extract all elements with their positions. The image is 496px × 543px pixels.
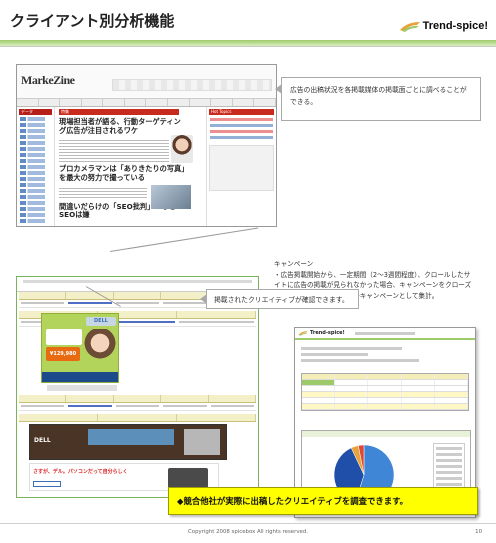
sidebar-header: データ xyxy=(19,109,52,115)
logo-text: Trend-spice! xyxy=(422,20,488,32)
callout-3-text: 掲載されたクリエイティブが確認できます。 xyxy=(214,296,349,304)
markezine-header: MarkeZine xyxy=(17,65,276,99)
app-logo-icon xyxy=(298,331,308,336)
slide-title: クライアント別分析機能 xyxy=(10,12,175,30)
article-text xyxy=(59,138,169,163)
connector-line xyxy=(109,227,259,252)
right-ad-box xyxy=(209,145,274,191)
callout-pointer xyxy=(200,294,207,304)
page-number: 10 xyxy=(475,529,482,535)
creative-button xyxy=(33,481,61,487)
creative-caption xyxy=(47,385,117,391)
markezine-sidebar: データ xyxy=(17,107,55,226)
article-text-2 xyxy=(59,185,147,200)
creative-product-panel xyxy=(88,429,174,445)
logo-swoosh-icon xyxy=(399,22,420,32)
markezine-right-column: Hot Topics xyxy=(206,107,276,226)
headline-2: プロカメラマンは「ありきたりの写真」を最大の努力で撮っている xyxy=(59,164,185,182)
app-data-table xyxy=(301,373,469,411)
app-filters xyxy=(295,340,475,369)
title-rule-line xyxy=(0,46,496,47)
creative-footer-bar xyxy=(42,372,118,382)
creative-table-header xyxy=(19,395,257,403)
hot-topics-header: Hot Topics xyxy=(209,109,274,115)
callout-pointer xyxy=(275,84,282,94)
creative-tag xyxy=(46,329,82,345)
creative-banner-1: DELL ¥129,980 xyxy=(41,313,119,383)
copyright: Copyright 2008 spicebox All rights reser… xyxy=(188,529,308,535)
app-menu xyxy=(354,331,415,335)
dell-logo: DELL xyxy=(86,317,116,326)
main-header: 特集 xyxy=(59,109,179,115)
markezine-logo: MarkeZine xyxy=(21,73,75,87)
app-header: Trend-spice! xyxy=(295,328,475,340)
markezine-nav xyxy=(17,99,276,107)
creative-banner-2: DELL xyxy=(29,424,227,460)
trend-spice-logo: Trend-spice! xyxy=(399,20,488,32)
callout-1-text: 広告の出稿状況を各掲載媒体の掲載面ごとに調べることができる。 xyxy=(290,86,467,106)
callout-media-check: 広告の出稿状況を各掲載媒体の掲載面ごとに調べることができる。 xyxy=(275,77,481,121)
markezine-banner xyxy=(112,79,272,91)
creative-section-2 xyxy=(19,395,257,422)
summary-highlight: ◆競合他社が実際に出稿したクリエイティブを調査できます。 xyxy=(168,487,478,515)
dell-logo: DELL xyxy=(34,437,51,444)
article-photo xyxy=(151,185,191,209)
author-photo xyxy=(171,135,193,163)
creative-table-header xyxy=(19,414,256,422)
footer-rule xyxy=(0,523,496,524)
creative-list-screenshot: DELL ¥129,980 DELL さすが、デル。パソコンだって自分らしく xyxy=(16,276,259,498)
creative-copy: さすが、デル。パソコンだって自分らしく xyxy=(33,469,128,475)
campaign-title: キャンペーン xyxy=(274,260,314,268)
creative-price: ¥129,980 xyxy=(46,347,80,361)
app-logo-text: Trend-spice! xyxy=(310,330,345,336)
markezine-screenshot: MarkeZine データ 特集 現場担当者が語る、行動ターゲティング広告が注目… xyxy=(16,64,277,227)
callout-creative-check: 掲載されたクリエイティブが確認できます。 xyxy=(200,289,359,309)
headline-1: 現場担当者が語る、行動ターゲティング広告が注目されるワケ xyxy=(59,117,181,135)
creative-product-photo xyxy=(184,429,220,455)
creative-laptop-photo xyxy=(168,468,208,488)
creative-model-photo xyxy=(84,329,116,369)
table-row xyxy=(19,403,256,411)
markezine-main: 特集 現場担当者が語る、行動ターゲティング広告が注目されるワケ プロカメラマンは… xyxy=(55,107,206,226)
